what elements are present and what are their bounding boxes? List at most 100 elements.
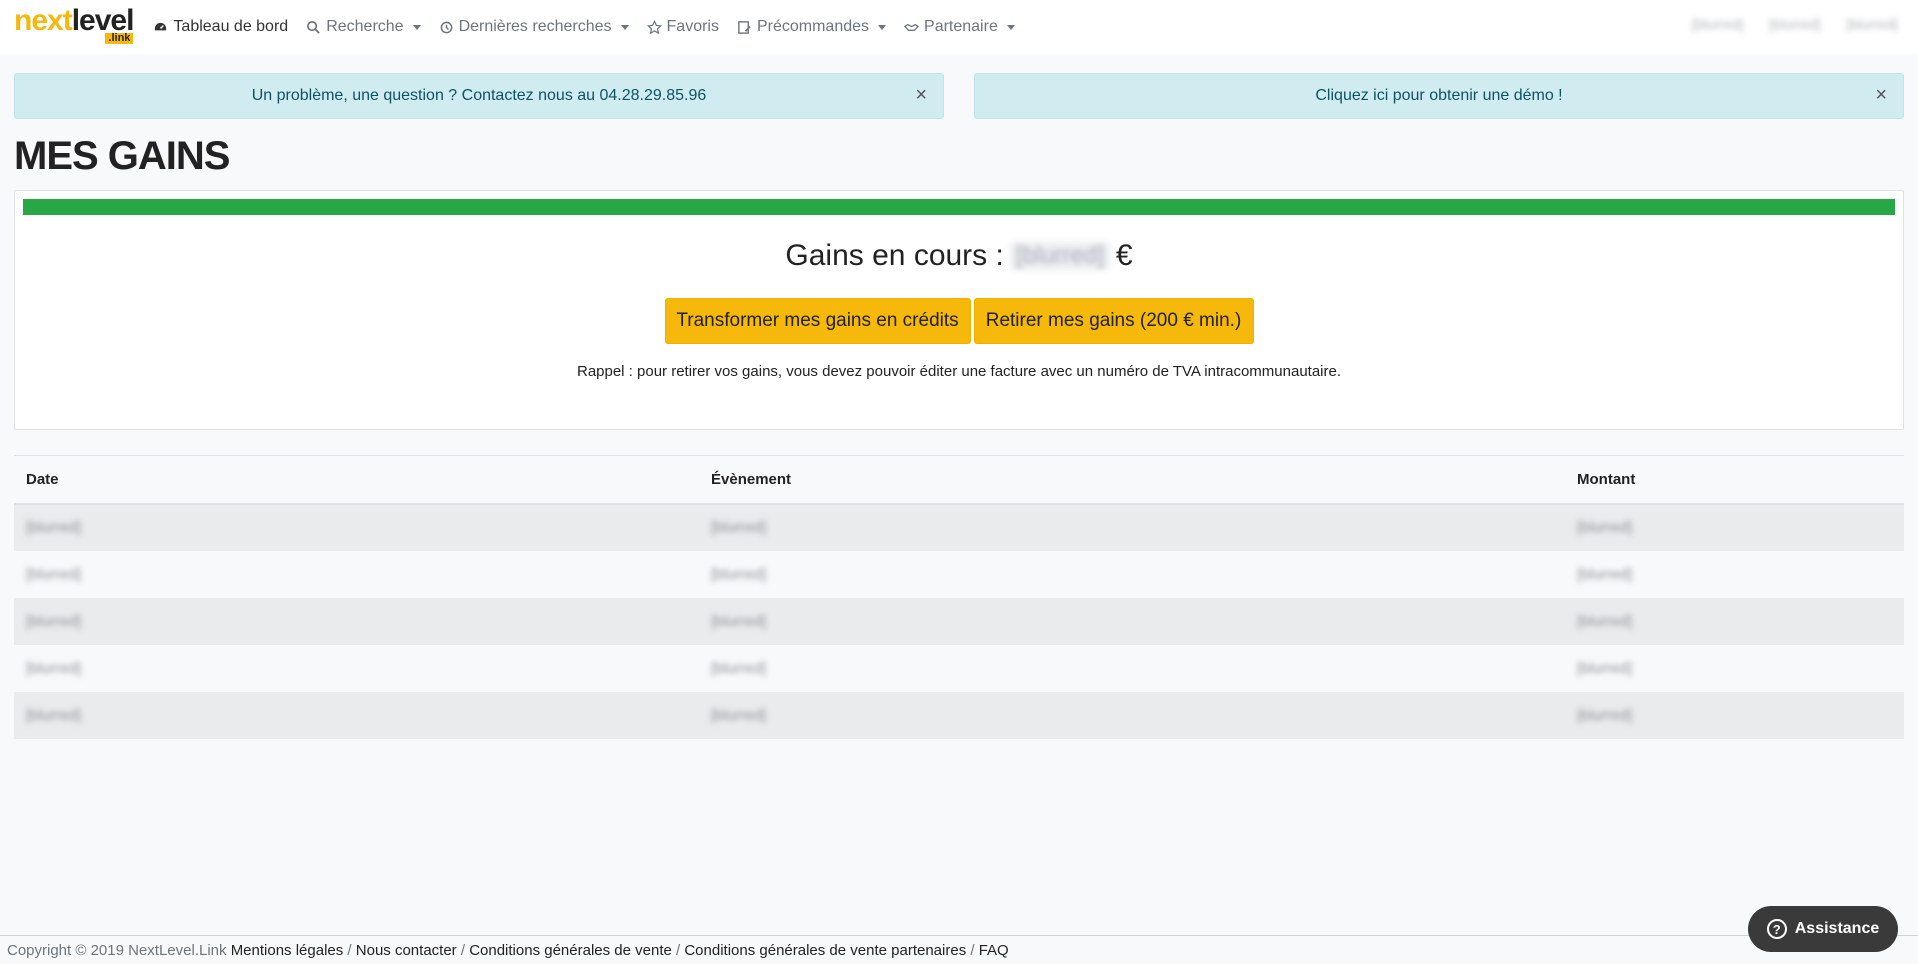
row-event: [blurred] <box>699 550 1565 598</box>
gains-card: Gains en cours : [blurred] € Transformer… <box>14 190 1904 430</box>
gains-history-table: Date Évènement Montant [blurred] [blurre… <box>14 455 1904 739</box>
page-title: MES GAINS <box>14 134 230 178</box>
row-amount-value: [blurred] <box>1577 565 1633 583</box>
close-icon[interactable]: × <box>915 85 927 105</box>
table-row: [blurred] [blurred] [blurred] <box>14 550 1904 598</box>
footer-link-legal[interactable]: Mentions légales <box>231 942 344 959</box>
search-icon <box>307 20 320 34</box>
gains-progress-bar <box>23 199 1895 215</box>
row-amount: [blurred] <box>1565 644 1904 692</box>
row-date-value: [blurred] <box>26 565 82 583</box>
gains-actions: Transformer mes gains en crédits Retirer… <box>15 298 1903 344</box>
row-amount: [blurred] <box>1565 550 1904 598</box>
row-event-value: [blurred] <box>711 519 767 536</box>
footer-link-faq[interactable]: FAQ <box>979 942 1009 959</box>
nav-dashboard-label: Tableau de bord <box>173 18 289 35</box>
nav-preorders-label: Précommandes <box>756 18 870 35</box>
contact-alert: Un problème, une question ? Contactez no… <box>14 73 944 119</box>
row-date-value: [blurred] <box>26 706 82 724</box>
brand-logo[interactable]: nextlevel .link <box>14 4 134 44</box>
handshake-icon <box>904 23 920 31</box>
row-date-value: [blurred] <box>26 659 82 677</box>
assistance-button[interactable]: ? Assistance <box>1748 906 1898 952</box>
demo-alert[interactable]: Cliquez ici pour obtenir une démo ! × <box>974 73 1904 119</box>
current-gains: Gains en cours : [blurred] € <box>15 239 1903 273</box>
row-amount-value: [blurred] <box>1577 612 1633 630</box>
table-row: [blurred] [blurred] [blurred] <box>14 691 1904 739</box>
row-event-value: [blurred] <box>711 706 767 724</box>
table-row: [blurred] [blurred] [blurred] <box>14 597 1904 645</box>
nav-dashboard[interactable]: Tableau de bord <box>153 18 288 36</box>
nav-partner[interactable]: Partenaire <box>904 18 1015 36</box>
withdraw-reminder: Rappel : pour retirer vos gains, vous de… <box>576 363 1342 380</box>
column-header-event[interactable]: Évènement <box>699 455 1565 505</box>
chevron-down-icon <box>620 24 629 30</box>
nav-favorites-label: Favoris <box>666 18 719 35</box>
row-date: [blurred] <box>14 550 699 598</box>
help-icon: ? <box>1766 919 1787 939</box>
row-amount: [blurred] <box>1565 503 1904 551</box>
table-row: [blurred] [blurred] [blurred] <box>14 644 1904 692</box>
nav-preorders[interactable]: Précommandes <box>737 18 887 36</box>
row-event-value: [blurred] <box>711 659 767 677</box>
row-event: [blurred] <box>699 691 1565 739</box>
footer-separator: / <box>966 942 979 959</box>
current-gains-value: [blurred] <box>1009 242 1110 270</box>
preorder-icon <box>738 20 751 34</box>
gains-indicator: [blurred] <box>1846 16 1898 32</box>
nav-search-label: Recherche <box>326 18 404 35</box>
footer-link-terms[interactable]: Conditions générales de vente <box>469 942 672 959</box>
nav-favorites[interactable]: Favoris <box>646 18 719 36</box>
footer-separator: / <box>671 942 685 959</box>
row-event: [blurred] <box>699 597 1565 645</box>
contact-alert-text: Un problème, une question ? Contactez no… <box>251 87 707 104</box>
row-event: [blurred] <box>699 503 1565 551</box>
row-event-value: [blurred] <box>711 612 767 630</box>
user-menu-label: [blurred] <box>1691 16 1744 32</box>
history-icon <box>440 21 452 33</box>
row-amount-value: [blurred] <box>1577 659 1633 677</box>
footer-link-partner-terms[interactable]: Conditions générales de vente partenaire… <box>684 942 966 959</box>
brand-sub: .link <box>105 33 134 44</box>
demo-alert-text[interactable]: Cliquez ici pour obtenir une démo ! <box>1315 87 1562 105</box>
row-date: [blurred] <box>14 597 699 645</box>
column-header-amount[interactable]: Montant <box>1565 455 1904 505</box>
nav-search[interactable]: Recherche <box>306 18 421 36</box>
table-row: [blurred] [blurred] [blurred] <box>14 503 1904 551</box>
user-menu[interactable]: [blurred] <box>1692 16 1743 32</box>
close-icon[interactable]: × <box>1875 85 1887 105</box>
chevron-down-icon <box>412 24 421 30</box>
footer-divider <box>0 935 1918 936</box>
nav-history-label: Dernières recherches <box>458 18 612 35</box>
chevron-down-icon <box>878 24 887 30</box>
nav-partner-label: Partenaire <box>924 18 998 35</box>
withdraw-gains-button[interactable]: Retirer mes gains (200 € min.) <box>973 298 1254 344</box>
row-amount-value: [blurred] <box>1577 706 1633 724</box>
footer-separator: / <box>343 942 356 959</box>
row-date-value: [blurred] <box>26 612 82 630</box>
nav-account-area: [blurred] [blurred] [blurred] <box>1692 16 1898 32</box>
brand-name-part1: next <box>14 4 73 37</box>
row-date: [blurred] <box>14 691 699 739</box>
row-amount: [blurred] <box>1565 691 1904 739</box>
credit-indicator: [blurred] <box>1769 16 1821 32</box>
row-date: [blurred] <box>14 644 699 692</box>
currency-symbol: € <box>1115 239 1133 272</box>
footer-copyright: Copyright © 2019 NextLevel.Link <box>7 942 227 959</box>
dashboard-icon <box>155 22 167 30</box>
table-header-row: Date Évènement Montant <box>14 455 1904 505</box>
current-gains-label: Gains en cours : <box>785 239 1004 272</box>
transform-gains-button[interactable]: Transformer mes gains en crédits <box>664 298 971 344</box>
footer-separator: / <box>456 942 470 959</box>
top-navbar: nextlevel .link Tableau de bord Recherch… <box>0 0 1918 54</box>
row-amount: [blurred] <box>1565 597 1904 645</box>
row-event: [blurred] <box>699 644 1565 692</box>
row-date-value: [blurred] <box>26 519 82 536</box>
footer-link-contact[interactable]: Nous contacter <box>356 942 457 959</box>
nav-history[interactable]: Dernières recherches <box>439 18 629 36</box>
gains-progress-fill <box>23 199 1895 215</box>
assistance-label: Assistance <box>1794 920 1880 937</box>
row-amount-value: [blurred] <box>1577 519 1633 536</box>
column-header-date[interactable]: Date <box>14 455 699 505</box>
footer: Copyright © 2019 NextLevel.Link Mentions… <box>7 942 1009 959</box>
